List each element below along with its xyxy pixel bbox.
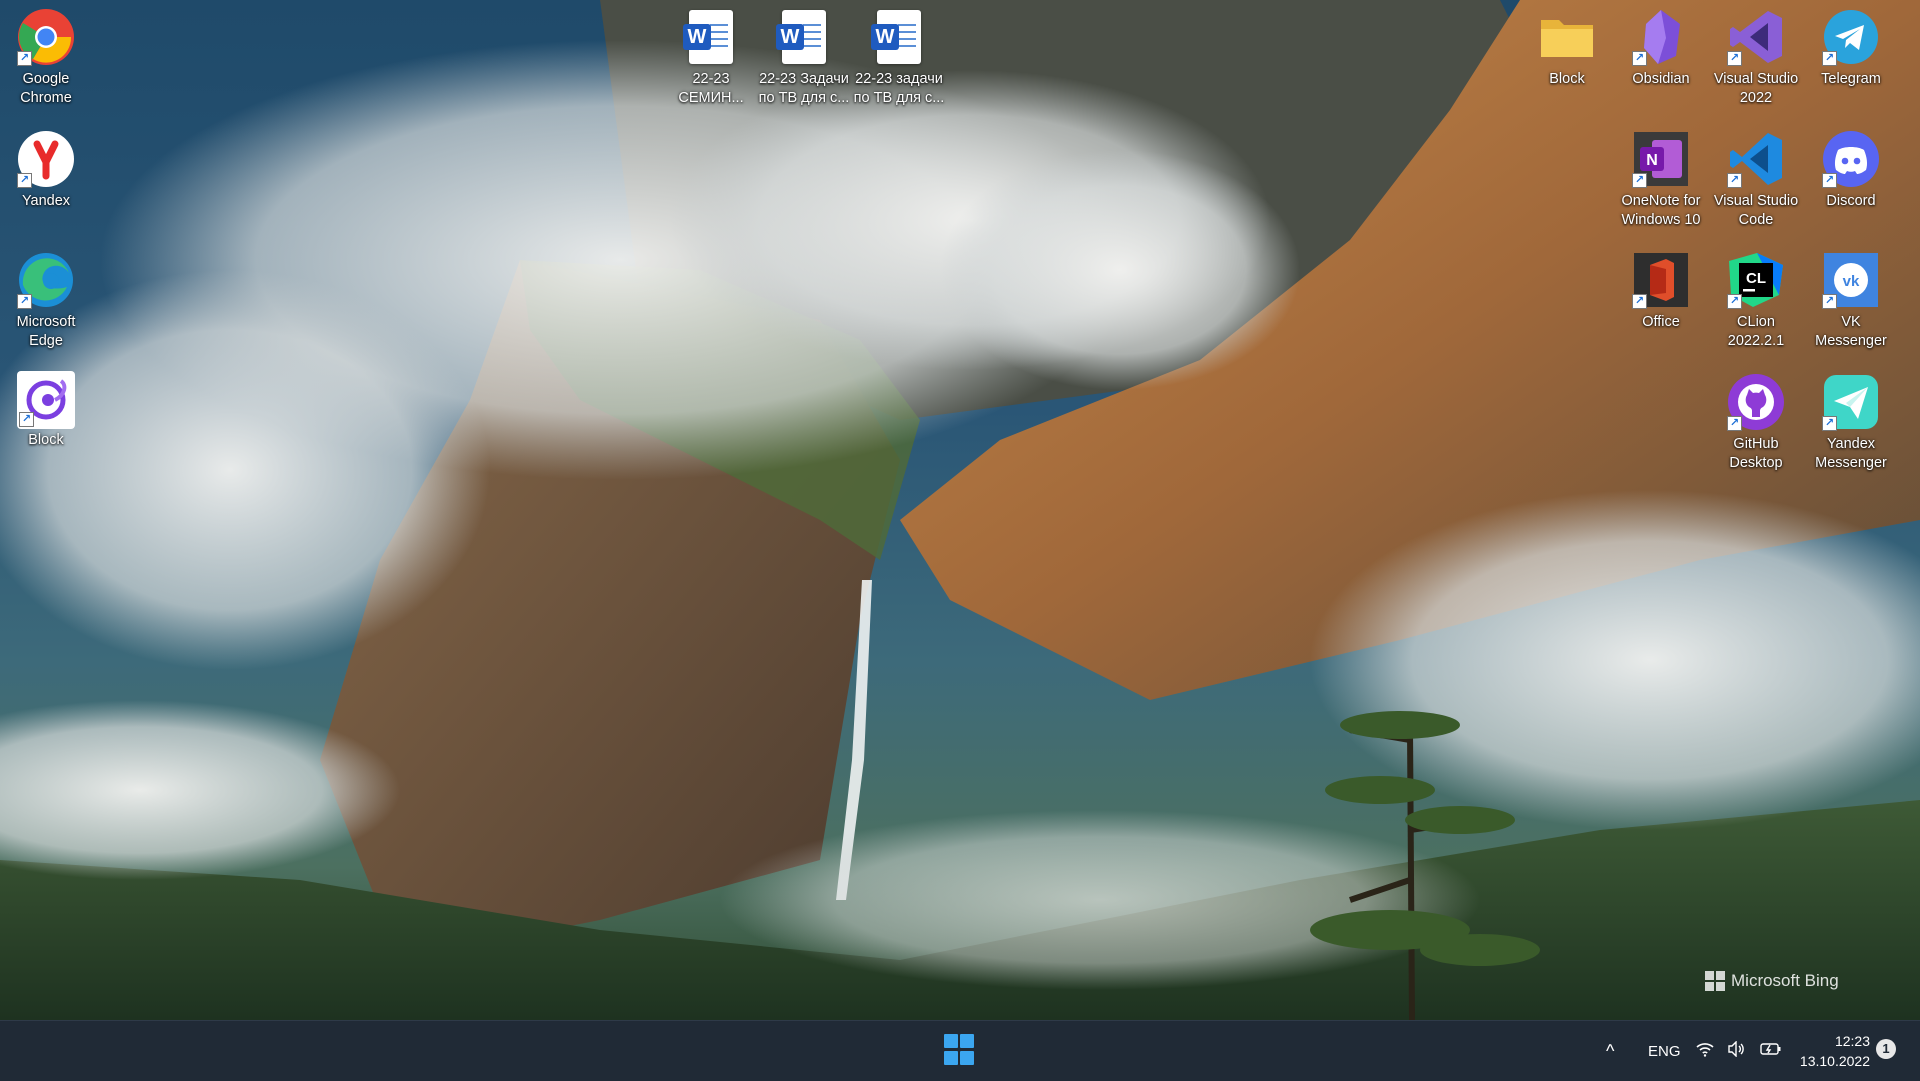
- desktop-icon-label: 22-23 СЕМИН...: [678, 71, 744, 106]
- system-tray-quick-settings[interactable]: [1696, 1021, 1782, 1081]
- svg-text:vk: vk: [1843, 273, 1860, 290]
- desktop-icon-obsidian[interactable]: ↗ Obsidian: [1615, 0, 1707, 89]
- desktop-icon-github-desktop[interactable]: ↗ GitHub Desktop: [1710, 365, 1802, 473]
- desktop-icon-yandex[interactable]: ↗ Yandex: [0, 122, 92, 211]
- discord-icon: ↗: [1820, 128, 1882, 190]
- clock-date-display[interactable]: 12:23 13.10.2022: [1790, 1031, 1870, 1071]
- shortcut-arrow-icon: ↗: [17, 173, 32, 188]
- desktop-icon-label: Block: [1549, 71, 1585, 87]
- desktop-icon-label: GitHub Desktop: [1729, 436, 1783, 471]
- start-button-windows-icon[interactable]: [944, 1034, 976, 1066]
- office-icon: ↗: [1630, 249, 1692, 311]
- svg-text:CL: CL: [1746, 270, 1766, 287]
- desktop-icon-block-app[interactable]: ↗ Block: [0, 365, 92, 450]
- show-hidden-icons-chevron[interactable]: ^: [1606, 1021, 1614, 1081]
- desktop-icon-label: Microsoft Edge: [16, 314, 76, 349]
- microsoft-logo-icon: [1705, 971, 1725, 991]
- desktop-icon-label: 22-23 задачи по ТВ для с...: [853, 71, 945, 106]
- desktop-icon-label: Discord: [1826, 193, 1876, 209]
- vk-messenger-icon: vk ↗: [1820, 249, 1882, 311]
- word-document-icon: W: [680, 6, 742, 68]
- shortcut-arrow-icon: ↗: [1632, 294, 1647, 309]
- desktop-icon-yandex-messenger[interactable]: ↗ Yandex Messenger: [1805, 365, 1897, 473]
- desktop-icon-label: Visual Studio 2022: [1713, 71, 1799, 106]
- shortcut-arrow-icon: ↗: [1822, 294, 1837, 309]
- yandex-messenger-icon: ↗: [1820, 371, 1882, 433]
- microsoft-bing-watermark: Microsoft Bing: [1705, 971, 1839, 991]
- desktop-icon-clion[interactable]: CL ↗ CLion 2022.2.1: [1710, 243, 1802, 351]
- edge-icon: ↗: [15, 249, 77, 311]
- desktop-icon-label: 22-23 Задачи по ТВ для с...: [758, 71, 850, 106]
- shortcut-arrow-icon: ↗: [17, 294, 32, 309]
- desktop-icon-word-doc-tasks-1[interactable]: W 22-23 Задачи по ТВ для с...: [758, 0, 850, 108]
- desktop-icon-label: Obsidian: [1632, 71, 1690, 87]
- desktop-icon-label: Block: [28, 432, 64, 448]
- shortcut-arrow-icon: ↗: [1727, 294, 1742, 309]
- folder-icon: [1536, 6, 1598, 68]
- desktop-icon-office[interactable]: ↗ Office: [1615, 243, 1707, 332]
- notification-count-badge[interactable]: 1: [1876, 1039, 1896, 1059]
- chrome-icon: ↗: [15, 6, 77, 68]
- obsidian-icon: ↗: [1630, 6, 1692, 68]
- vscode-icon: ↗: [1725, 128, 1787, 190]
- svg-text:N: N: [1646, 152, 1658, 169]
- shortcut-arrow-icon: ↗: [1727, 51, 1742, 66]
- desktop-icon-telegram[interactable]: ↗ Telegram: [1805, 0, 1897, 89]
- taskbar: ^ ENG 12:23 13.10.2022 1: [0, 1020, 1920, 1081]
- desktop-icon-word-doc-tasks-2[interactable]: W 22-23 задачи по ТВ для с...: [853, 0, 945, 108]
- desktop-icon-label: Office: [1642, 314, 1680, 330]
- telegram-icon: ↗: [1820, 6, 1882, 68]
- input-language-indicator[interactable]: ENG: [1648, 1021, 1681, 1081]
- desktop-icon-onenote[interactable]: N ↗ OneNote for Windows 10: [1615, 122, 1707, 230]
- desktop-icon-vk-messenger[interactable]: vk ↗ VK Messenger: [1805, 243, 1897, 351]
- bing-watermark-text: Microsoft Bing: [1731, 971, 1839, 990]
- desktop-icon-discord[interactable]: ↗ Discord: [1805, 122, 1897, 211]
- desktop-icon-label: Visual Studio Code: [1713, 193, 1799, 228]
- word-document-icon: W: [773, 6, 835, 68]
- clock-date: 13.10.2022: [1799, 1053, 1870, 1069]
- shortcut-arrow-icon: ↗: [19, 412, 34, 427]
- clion-icon: CL ↗: [1725, 249, 1787, 311]
- desktop-icon-microsoft-edge[interactable]: ↗ Microsoft Edge: [0, 243, 92, 351]
- desktop-icon-label: VK Messenger: [1815, 314, 1887, 349]
- shortcut-arrow-icon: ↗: [17, 51, 32, 66]
- github-desktop-icon: ↗: [1725, 371, 1787, 433]
- desktop-icon-vscode[interactable]: ↗ Visual Studio Code: [1710, 122, 1802, 230]
- word-document-icon: W: [868, 6, 930, 68]
- shortcut-arrow-icon: ↗: [1822, 416, 1837, 431]
- block-app-icon: ↗: [17, 371, 75, 429]
- yandex-browser-icon: ↗: [15, 128, 77, 190]
- shortcut-arrow-icon: ↗: [1727, 173, 1742, 188]
- desktop-icon-label: CLion 2022.2.1: [1727, 314, 1785, 349]
- wifi-icon[interactable]: [1696, 1041, 1714, 1062]
- desktop-icon-label: OneNote for Windows 10: [1621, 193, 1701, 228]
- desktop-icon-label: Yandex Messenger: [1815, 436, 1887, 471]
- clock-time: 12:23: [1834, 1033, 1870, 1049]
- desktop-icon-visual-studio-2022[interactable]: ↗ Visual Studio 2022: [1710, 0, 1802, 108]
- desktop-icon-label: Telegram: [1821, 71, 1881, 87]
- shortcut-arrow-icon: ↗: [1822, 51, 1837, 66]
- onenote-icon: N ↗: [1630, 128, 1692, 190]
- battery-charging-icon[interactable]: [1760, 1041, 1782, 1062]
- desktop-icon-label: Google Chrome: [20, 71, 72, 106]
- shortcut-arrow-icon: ↗: [1822, 173, 1837, 188]
- desktop-icon-block-folder[interactable]: Block: [1521, 0, 1613, 89]
- shortcut-arrow-icon: ↗: [1632, 51, 1647, 66]
- visual-studio-icon: ↗: [1725, 6, 1787, 68]
- shortcut-arrow-icon: ↗: [1632, 173, 1647, 188]
- volume-icon[interactable]: [1728, 1039, 1746, 1062]
- desktop-icon-word-doc-seminar[interactable]: W 22-23 СЕМИН...: [665, 0, 757, 108]
- desktop-icon-google-chrome[interactable]: ↗ Google Chrome: [0, 0, 92, 108]
- desktop-icon-label: Yandex: [21, 193, 71, 209]
- shortcut-arrow-icon: ↗: [1727, 416, 1742, 431]
